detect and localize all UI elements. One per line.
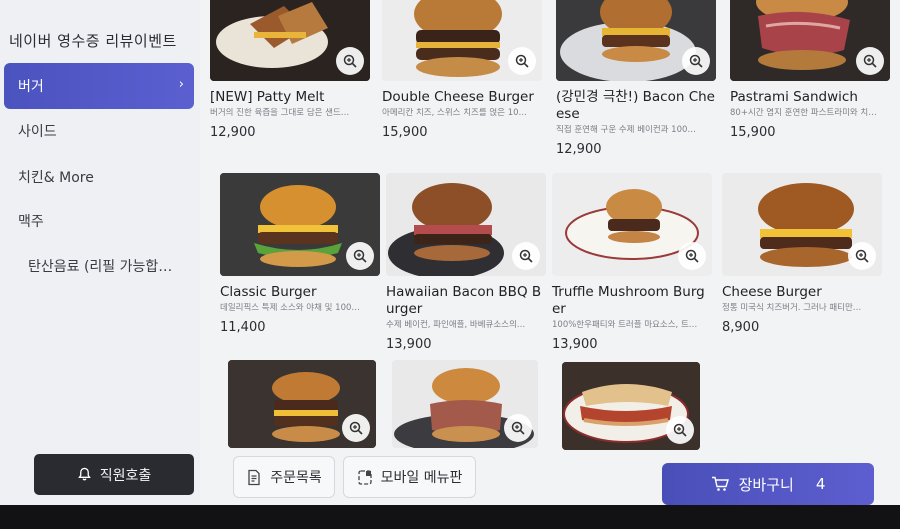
- menu-photo: [382, 0, 542, 81]
- menu-item-desc: 아메리칸 치즈, 스위스 치즈를 얹은 10…: [382, 108, 528, 118]
- menu-item-desc: 80+시간 염지 훈연한 파스트라미와 치…: [730, 108, 877, 118]
- menu-card-pastrami[interactable]: Pastrami Sandwich 80+시간 염지 훈연한 파스트라미와 치……: [730, 0, 890, 140]
- category-beer[interactable]: 맥주: [4, 198, 194, 244]
- menu-card-row3-2[interactable]: [392, 360, 552, 462]
- menu-item-name: [NEW] Patty Melt: [210, 89, 325, 105]
- cart-label: 장바구니: [738, 475, 794, 494]
- menu-item-price: 15,900: [382, 125, 428, 140]
- zoom-icon[interactable]: [504, 414, 532, 442]
- menu-item-desc: 데일리픽스 특제 소스와 야채 및 100…: [220, 303, 360, 313]
- menu-photo: [386, 173, 546, 276]
- zoom-icon[interactable]: [678, 242, 706, 270]
- menu-item-name: Classic Burger: [220, 284, 317, 300]
- mobile-menu-button[interactable]: 모바일 메뉴판: [343, 456, 476, 498]
- menu-item-name: (강민경 극찬!) Bacon Cheese: [556, 89, 715, 122]
- menu-photo: [730, 0, 890, 81]
- menu-item-name: Cheese Burger: [722, 284, 822, 300]
- menu-item-price: 12,900: [210, 125, 256, 140]
- order-history-label: 주문목록: [270, 470, 322, 486]
- receipt-icon: [248, 469, 260, 485]
- menu-card-row3-1[interactable]: [228, 360, 388, 462]
- menu-item-name: Pastrami Sandwich: [730, 89, 858, 105]
- mobile-qr-icon: [357, 469, 372, 485]
- mobile-menu-label: 모바일 메뉴판: [380, 470, 463, 486]
- staff-call-button[interactable]: 직원호출: [34, 454, 194, 495]
- menu-card-hawaiian[interactable]: Hawaiian Bacon BBQ Burger 수제 베이컨, 파인애플, …: [386, 173, 546, 352]
- menu-card-classic[interactable]: Classic Burger 데일리픽스 특제 소스와 야채 및 100… 11…: [220, 173, 380, 335]
- zoom-icon[interactable]: [336, 47, 364, 75]
- menu-item-price: 11,400: [220, 320, 266, 335]
- zoom-icon[interactable]: [682, 47, 710, 75]
- menu-photo: [562, 362, 700, 450]
- menu-photo: [210, 0, 370, 81]
- staff-call-label: 직원호출: [99, 467, 152, 484]
- menu-item-price: 12,900: [556, 142, 602, 157]
- menu-item-price: 13,900: [386, 337, 432, 352]
- category-label: 탄산음료 (리필 가능합…: [28, 259, 173, 275]
- menu-photo: [392, 360, 538, 448]
- menu-item-price: 15,900: [730, 125, 776, 140]
- zoom-icon[interactable]: [512, 242, 540, 270]
- category-soda[interactable]: 탄산음료 (리필 가능합…: [14, 243, 194, 289]
- kiosk-screen: 네이버 영수증 리뷰이벤트 버거 › 사이드 치킨& More 맥주 탄산음료 …: [0, 0, 900, 505]
- category-chicken-more[interactable]: 치킨& More: [4, 154, 194, 200]
- zoom-icon[interactable]: [342, 414, 370, 442]
- zoom-icon[interactable]: [848, 242, 876, 270]
- menu-item-name: Hawaiian Bacon BBQ Burger: [386, 284, 542, 317]
- menu-item-name: Truffle Mushroom Burger: [552, 284, 705, 317]
- zoom-icon[interactable]: [666, 416, 694, 444]
- zoom-icon[interactable]: [508, 47, 536, 75]
- menu-card-patty-melt[interactable]: [NEW] Patty Melt 버거의 진한 육즙을 그대로 담은 샌드… 1…: [210, 0, 370, 140]
- menu-grid: [NEW] Patty Melt 버거의 진한 육즙을 그대로 담은 샌드… 1…: [200, 0, 900, 450]
- chevron-right-icon: ›: [178, 77, 184, 92]
- cart-button[interactable]: 장바구니 4: [662, 463, 874, 505]
- menu-card-double-cheese[interactable]: Double Cheese Burger 아메리칸 치즈, 스위스 치즈를 얹은…: [382, 0, 542, 140]
- menu-item-desc: 수제 베이컨, 파인애플, 바베큐소스의…: [386, 320, 526, 330]
- category-sidebar: 네이버 영수증 리뷰이벤트 버거 › 사이드 치킨& More 맥주 탄산음료 …: [0, 0, 200, 505]
- category-label: 사이드: [18, 124, 57, 140]
- menu-photo: [228, 360, 376, 448]
- menu-item-desc: 버거의 진한 육즙을 그대로 담은 샌드…: [210, 108, 350, 118]
- category-side[interactable]: 사이드: [4, 108, 194, 154]
- menu-item-desc: 직접 훈연해 구운 수제 베이컨과 100…: [556, 125, 696, 135]
- menu-card-truffle-mushroom[interactable]: Truffle Mushroom Burger 100%한우패티와 트러플 마요…: [552, 173, 712, 352]
- cart-icon: [711, 476, 729, 491]
- menu-photo: [556, 0, 716, 81]
- category-label: 치킨& More: [18, 170, 94, 186]
- menu-card-row3-3[interactable]: [562, 362, 722, 464]
- category-burger[interactable]: 버거 ›: [4, 63, 194, 109]
- event-title: 네이버 영수증 리뷰이벤트: [9, 32, 177, 50]
- menu-photo: [722, 173, 882, 276]
- cart-count-badge: 4: [815, 475, 826, 493]
- menu-item-desc: 정통 미국식 치즈버거. 그러나 패티만…: [722, 303, 862, 313]
- bell-icon: [77, 467, 91, 481]
- category-label: 맥주: [18, 214, 44, 230]
- category-label: 버거: [18, 79, 44, 95]
- menu-card-cheese-burger[interactable]: Cheese Burger 정통 미국식 치즈버거. 그러나 패티만… 8,90…: [722, 173, 882, 335]
- zoom-icon[interactable]: [346, 242, 374, 270]
- order-history-button[interactable]: 주문목록: [233, 456, 335, 498]
- zoom-icon[interactable]: [856, 47, 884, 75]
- menu-photo: [552, 173, 712, 276]
- menu-item-desc: 100%한우패티와 트러플 마요소스, 트…: [552, 320, 698, 330]
- menu-item-price: 13,900: [552, 337, 598, 352]
- device-bezel: [0, 505, 900, 529]
- menu-item-price: 8,900: [722, 320, 760, 335]
- menu-card-bacon-cheese[interactable]: (강민경 극찬!) Bacon Cheese 직접 훈연해 구운 수제 베이컨과…: [556, 0, 716, 157]
- menu-item-name: Double Cheese Burger: [382, 89, 534, 105]
- menu-photo: [220, 173, 380, 276]
